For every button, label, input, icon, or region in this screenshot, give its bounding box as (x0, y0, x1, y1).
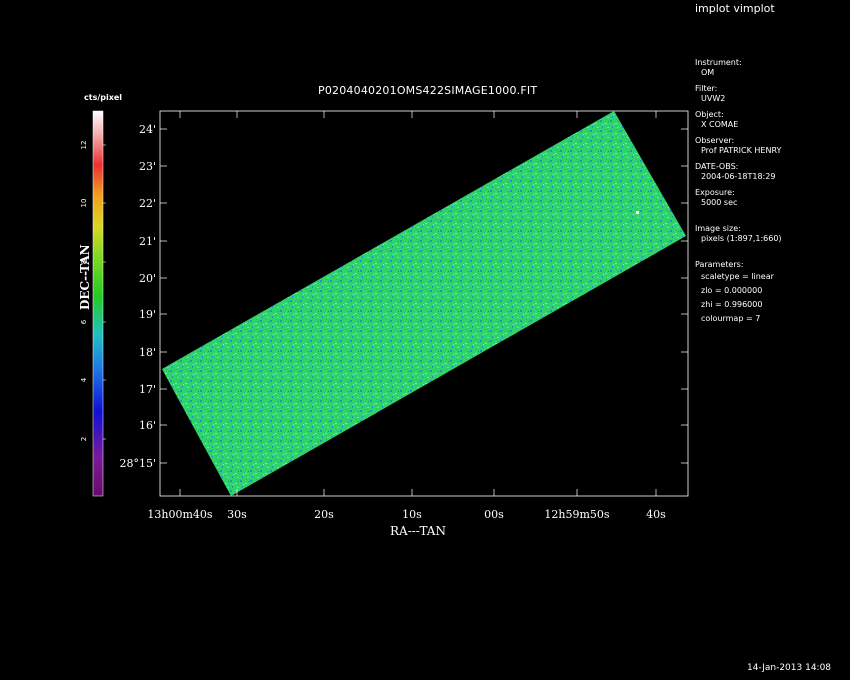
y-tick-label: 20' (139, 272, 156, 285)
colorbar-tick-label: 8 (80, 260, 88, 264)
x-tick-label: 30s (227, 508, 247, 521)
colorbar-tick-label: 6 (80, 319, 88, 324)
y-tick-label: 28°15' (119, 457, 156, 470)
image-footprint (162, 111, 686, 496)
x-tick-label: 10s (402, 508, 422, 521)
colorbar-tick-label: 4 (80, 377, 88, 382)
y-tick-label: 16' (139, 419, 156, 432)
y-tick-label: 23' (139, 160, 156, 173)
colorbar (92, 110, 104, 497)
y-tick-label: 21' (139, 235, 156, 248)
colorbar-tick-label: 12 (80, 141, 88, 150)
colorbar-tick-label: 10 (80, 199, 88, 208)
y-tick-label: 19' (139, 308, 156, 321)
y-tick-label: 22' (139, 197, 156, 210)
plot-canvas: 12 10 8 6 4 2 13h00m40s 30s 20s 10s 00s 12h59m50s 4… (80, 110, 689, 521)
x-tick-label: 00s (484, 508, 504, 521)
x-tick-label: 13h00m40s (147, 508, 213, 521)
y-tick-label: 24' (139, 123, 156, 136)
y-tick-label: 18' (139, 346, 156, 359)
x-tick-label: 12h59m50s (544, 508, 610, 521)
colorbar-tick-label: 2 (80, 437, 88, 441)
x-tick-label: 40s (646, 508, 666, 521)
x-tick-label: 20s (314, 508, 334, 521)
bright-source (636, 211, 639, 214)
y-tick-label: 17' (139, 383, 156, 396)
